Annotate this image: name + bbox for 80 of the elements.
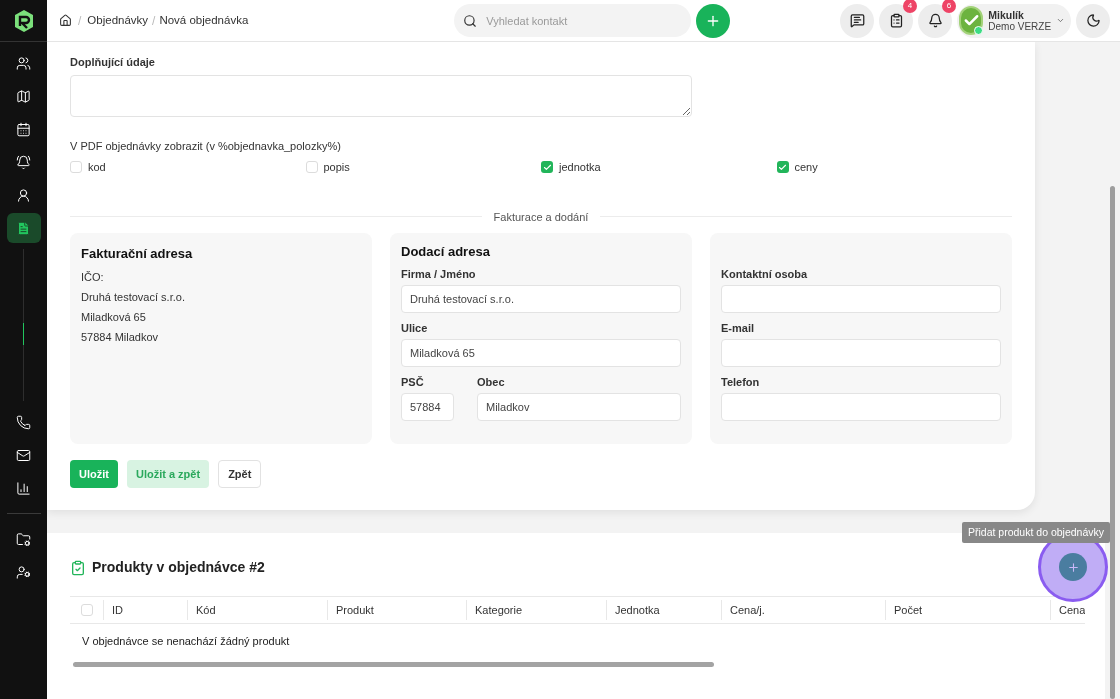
breadcrumb-separator: / xyxy=(152,12,156,30)
map-icon xyxy=(16,88,31,104)
checkbox-label: jednotka xyxy=(559,160,601,175)
action-button[interactable]: Zpět xyxy=(218,460,262,488)
input-field[interactable]: Miladková 65 xyxy=(401,339,681,367)
section-title: Fakturace a dodání xyxy=(493,209,589,225)
breadcrumb-link[interactable]: Objednávky xyxy=(87,11,149,30)
field-label: PSČ xyxy=(401,375,425,390)
checkbox-label: kod xyxy=(88,160,106,175)
clipboard-icon xyxy=(888,13,904,28)
message-icon xyxy=(849,13,865,28)
theme-button[interactable] xyxy=(1076,3,1110,38)
column-header[interactable]: Produkt xyxy=(328,601,374,619)
chart-icon xyxy=(16,480,31,496)
moon-icon xyxy=(1085,13,1101,28)
scrollbar-thumb[interactable] xyxy=(1110,186,1115,699)
checkbox[interactable] xyxy=(776,161,789,174)
plus-icon xyxy=(1066,560,1080,574)
breadcrumb-current: Nová objednávka xyxy=(159,12,249,28)
column-header[interactable]: Počet xyxy=(886,601,923,619)
column-header[interactable]: Jednotka xyxy=(607,601,660,619)
checkbox[interactable] xyxy=(541,161,553,174)
address-line: IČO: xyxy=(81,269,105,285)
column-header[interactable]: Cena/j. xyxy=(722,601,765,619)
user-menu[interactable]: Mikulík Demo VERZE xyxy=(957,3,1071,38)
field-label: Telefon xyxy=(721,375,761,390)
folder-settings-icon xyxy=(16,531,31,547)
field-label: Obec xyxy=(477,375,506,390)
horizontal-scrollbar[interactable] xyxy=(73,661,714,667)
breadcrumb-separator: / xyxy=(78,12,82,30)
column-header[interactable]: Kategorie xyxy=(467,601,523,619)
user-settings-icon xyxy=(16,564,31,580)
input-field[interactable] xyxy=(721,285,1001,313)
input-field[interactable] xyxy=(721,393,1001,421)
input-field[interactable]: Druhá testovací s.r.o. xyxy=(401,285,681,313)
checkbox-label: ceny xyxy=(794,160,818,175)
user-subtitle: Demo VERZE xyxy=(988,20,1052,33)
input-field[interactable]: 57884 xyxy=(401,393,454,421)
bell-icon xyxy=(927,13,943,28)
input-field[interactable]: Miladkov xyxy=(477,393,681,421)
field-label: V PDF objednávky zobrazit (v %objednavka_polozky%) xyxy=(70,138,342,154)
checkbox[interactable] xyxy=(305,161,318,174)
field-label: Doplňující údaje xyxy=(70,55,156,70)
phone-icon xyxy=(16,414,31,430)
logo-icon xyxy=(12,8,35,33)
checkbox-label: popis xyxy=(323,160,350,175)
input-field[interactable] xyxy=(721,339,1001,367)
checkbox[interactable] xyxy=(80,604,93,616)
column-header[interactable]: Kód xyxy=(188,601,216,619)
address-line: Druhá testovací s.r.o. xyxy=(81,289,186,305)
address-line: Miladková 65 xyxy=(81,309,147,325)
field-label: Ulice xyxy=(401,321,429,336)
address-line: 57884 Miladkov xyxy=(81,329,160,345)
checkbox[interactable] xyxy=(70,161,82,174)
section-heading: Produkty v objednávce #2 xyxy=(92,558,265,577)
calendar-icon xyxy=(16,121,31,137)
home-icon xyxy=(59,14,72,27)
tooltip: Přidat produkt do objednávky xyxy=(962,522,1110,543)
field-label: Kontaktní osoba xyxy=(721,267,809,282)
column-header[interactable]: ID xyxy=(104,601,123,619)
users-icon xyxy=(16,55,31,71)
card-title: Fakturační adresa xyxy=(81,245,194,263)
header-icon-button[interactable] xyxy=(840,3,874,38)
empty-message: V objednávce se nenachází žádný produkt xyxy=(82,634,291,649)
add-button[interactable] xyxy=(696,3,731,38)
count-badge: 6 xyxy=(942,0,956,13)
mail-icon xyxy=(16,447,31,463)
count-badge: 4 xyxy=(903,0,917,13)
user-name: Mikulík xyxy=(988,8,1025,21)
search-field[interactable]: Vyhledat kontakt xyxy=(454,4,692,37)
clipboard-check-icon xyxy=(70,559,86,576)
user-icon xyxy=(16,187,31,203)
field-label: E-mail xyxy=(721,321,755,336)
column-header[interactable]: Cena xyxy=(1051,601,1085,619)
sidebar-item[interactable] xyxy=(6,213,41,243)
bell-icon xyxy=(16,154,31,170)
document-icon xyxy=(16,220,31,236)
field-label: Firma / Jméno xyxy=(401,267,477,282)
search-icon xyxy=(463,14,478,28)
card-title: Dodací adresa xyxy=(401,244,491,260)
